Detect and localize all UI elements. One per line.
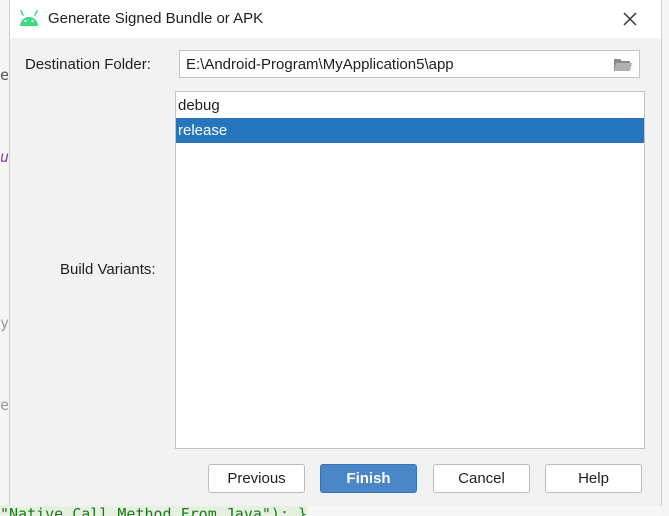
android-icon bbox=[20, 10, 38, 26]
build-variants-list[interactable]: debug release bbox=[175, 91, 645, 449]
dialog-titlebar: Generate Signed Bundle or APK bbox=[10, 0, 661, 38]
cancel-button[interactable]: Cancel bbox=[433, 464, 530, 493]
previous-button[interactable]: Previous bbox=[208, 464, 305, 493]
background-code-glyph: y bbox=[0, 314, 10, 332]
variant-item-debug[interactable]: debug bbox=[176, 93, 644, 118]
close-icon[interactable] bbox=[620, 9, 640, 29]
dialog-title: Generate Signed Bundle or APK bbox=[48, 10, 264, 27]
destination-folder-label: Destination Folder: bbox=[25, 56, 151, 73]
destination-folder-input[interactable] bbox=[186, 54, 606, 74]
generate-signed-bundle-dialog: Generate Signed Bundle or APK Destinatio… bbox=[9, 0, 662, 506]
folder-icon[interactable] bbox=[613, 56, 633, 73]
variant-item-release[interactable]: release bbox=[176, 118, 644, 143]
destination-folder-field[interactable] bbox=[179, 50, 640, 78]
help-button[interactable]: Help bbox=[545, 464, 642, 493]
background-code-glyph: e bbox=[0, 66, 10, 84]
background-code-glyph: e bbox=[0, 396, 10, 414]
finish-button[interactable]: Finish bbox=[320, 464, 417, 493]
build-variants-label: Build Variants: bbox=[60, 261, 156, 278]
background-code-glyph: u bbox=[0, 148, 10, 166]
